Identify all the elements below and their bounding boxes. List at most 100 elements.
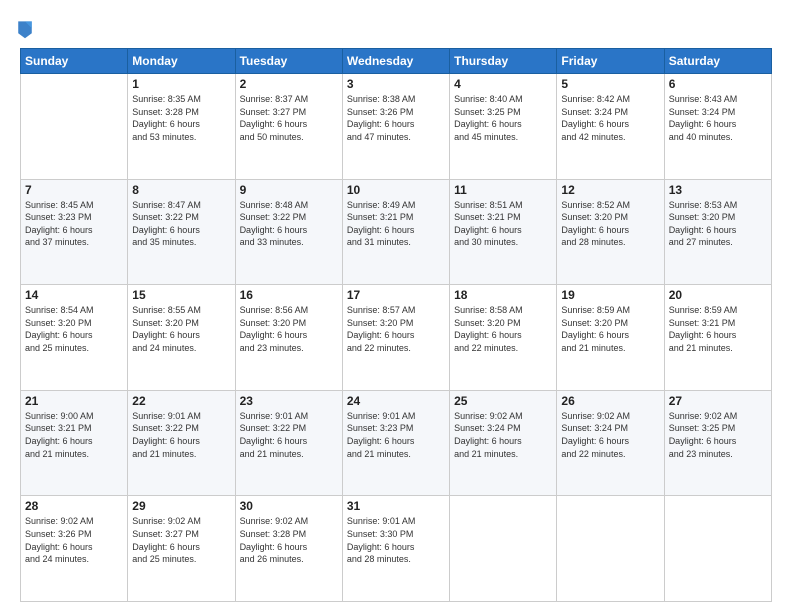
calendar-cell: 26 Sunrise: 9:02 AM Sunset: 3:24 PM Dayli… <box>557 390 664 496</box>
day-info: Sunrise: 9:02 AM Sunset: 3:25 PM Dayligh… <box>669 410 767 460</box>
day-info: Sunrise: 8:49 AM Sunset: 3:21 PM Dayligh… <box>347 199 445 249</box>
calendar-cell: 9 Sunrise: 8:48 AM Sunset: 3:22 PM Daylig… <box>235 179 342 285</box>
day-number: 1 <box>132 77 230 91</box>
day-number: 16 <box>240 288 338 302</box>
day-info: Sunrise: 8:55 AM Sunset: 3:20 PM Dayligh… <box>132 304 230 354</box>
calendar-cell <box>450 496 557 602</box>
day-number: 2 <box>240 77 338 91</box>
day-info: Sunrise: 8:45 AM Sunset: 3:23 PM Dayligh… <box>25 199 123 249</box>
day-info: Sunrise: 9:02 AM Sunset: 3:24 PM Dayligh… <box>454 410 552 460</box>
day-info: Sunrise: 8:57 AM Sunset: 3:20 PM Dayligh… <box>347 304 445 354</box>
calendar-cell: 29Sunrise: 9:02 AM Sunset: 3:27 PM Dayli… <box>128 496 235 602</box>
week-row-4: 21 Sunrise: 9:00 AM Sunset: 3:21 PM Dayli… <box>21 390 772 496</box>
day-info: Sunrise: 8:35 AM Sunset: 3:28 PM Dayligh… <box>132 93 230 143</box>
day-info: Sunrise: 8:43 AM Sunset: 3:24 PM Dayligh… <box>669 93 767 143</box>
weekday-thursday: Thursday <box>450 49 557 74</box>
day-info: Sunrise: 8:53 AM Sunset: 3:20 PM Dayligh… <box>669 199 767 249</box>
day-number: 3 <box>347 77 445 91</box>
weekday-saturday: Saturday <box>664 49 771 74</box>
calendar-cell: 31 Sunrise: 9:01 AM Sunset: 3:30 PM Dayli… <box>342 496 449 602</box>
day-info: Sunrise: 8:54 AM Sunset: 3:20 PM Dayligh… <box>25 304 123 354</box>
weekday-sunday: Sunday <box>21 49 128 74</box>
calendar-cell: 27 Sunrise: 9:02 AM Sunset: 3:25 PM Dayli… <box>664 390 771 496</box>
weekday-friday: Friday <box>557 49 664 74</box>
calendar-cell: 18 Sunrise: 8:58 AM Sunset: 3:20 PM Dayli… <box>450 285 557 391</box>
weekday-monday: Monday <box>128 49 235 74</box>
day-info: Sunrise: 8:51 AM Sunset: 3:21 PM Dayligh… <box>454 199 552 249</box>
day-number: 27 <box>669 394 767 408</box>
calendar-cell: 14Sunrise: 8:54 AM Sunset: 3:20 PM Dayli… <box>21 285 128 391</box>
logo-icon <box>16 18 34 40</box>
calendar-cell: 5 Sunrise: 8:42 AM Sunset: 3:24 PM Daylig… <box>557 74 664 180</box>
week-row-1: 1 Sunrise: 8:35 AM Sunset: 3:28 PM Daylig… <box>21 74 772 180</box>
calendar-cell: 13 Sunrise: 8:53 AM Sunset: 3:20 PM Dayli… <box>664 179 771 285</box>
day-number: 10 <box>347 183 445 197</box>
header <box>20 18 772 40</box>
calendar-cell: 24 Sunrise: 9:01 AM Sunset: 3:23 PM Dayli… <box>342 390 449 496</box>
day-number: 15 <box>132 288 230 302</box>
day-number: 4 <box>454 77 552 91</box>
day-number: 22 <box>132 394 230 408</box>
day-info: Sunrise: 9:00 AM Sunset: 3:21 PM Dayligh… <box>25 410 123 460</box>
calendar-cell: 30 Sunrise: 9:02 AM Sunset: 3:28 PM Dayli… <box>235 496 342 602</box>
day-number: 30 <box>240 499 338 513</box>
day-number: 24 <box>347 394 445 408</box>
day-number: 9 <box>240 183 338 197</box>
day-number: 5 <box>561 77 659 91</box>
day-number: 29 <box>132 499 230 513</box>
day-info: Sunrise: 8:47 AM Sunset: 3:22 PM Dayligh… <box>132 199 230 249</box>
day-info: Sunrise: 8:42 AM Sunset: 3:24 PM Dayligh… <box>561 93 659 143</box>
calendar-cell: 8Sunrise: 8:47 AM Sunset: 3:22 PM Daylig… <box>128 179 235 285</box>
weekday-wednesday: Wednesday <box>342 49 449 74</box>
week-row-3: 14Sunrise: 8:54 AM Sunset: 3:20 PM Dayli… <box>21 285 772 391</box>
calendar-cell: 3 Sunrise: 8:38 AM Sunset: 3:26 PM Daylig… <box>342 74 449 180</box>
day-info: Sunrise: 9:01 AM Sunset: 3:23 PM Dayligh… <box>347 410 445 460</box>
calendar-cell: 21 Sunrise: 9:00 AM Sunset: 3:21 PM Dayli… <box>21 390 128 496</box>
day-number: 11 <box>454 183 552 197</box>
day-number: 25 <box>454 394 552 408</box>
calendar-cell: 15 Sunrise: 8:55 AM Sunset: 3:20 PM Dayli… <box>128 285 235 391</box>
day-number: 26 <box>561 394 659 408</box>
calendar-cell: 7 Sunrise: 8:45 AM Sunset: 3:23 PM Daylig… <box>21 179 128 285</box>
day-info: Sunrise: 8:52 AM Sunset: 3:20 PM Dayligh… <box>561 199 659 249</box>
week-row-2: 7 Sunrise: 8:45 AM Sunset: 3:23 PM Daylig… <box>21 179 772 285</box>
day-info: Sunrise: 8:59 AM Sunset: 3:21 PM Dayligh… <box>669 304 767 354</box>
day-info: Sunrise: 9:02 AM Sunset: 3:26 PM Dayligh… <box>25 515 123 565</box>
calendar-cell: 22Sunrise: 9:01 AM Sunset: 3:22 PM Dayli… <box>128 390 235 496</box>
day-number: 21 <box>25 394 123 408</box>
week-row-5: 28 Sunrise: 9:02 AM Sunset: 3:26 PM Dayli… <box>21 496 772 602</box>
calendar-cell: 12Sunrise: 8:52 AM Sunset: 3:20 PM Dayli… <box>557 179 664 285</box>
day-info: Sunrise: 9:01 AM Sunset: 3:22 PM Dayligh… <box>240 410 338 460</box>
day-info: Sunrise: 8:38 AM Sunset: 3:26 PM Dayligh… <box>347 93 445 143</box>
day-number: 18 <box>454 288 552 302</box>
day-info: Sunrise: 9:01 AM Sunset: 3:30 PM Dayligh… <box>347 515 445 565</box>
weekday-tuesday: Tuesday <box>235 49 342 74</box>
day-info: Sunrise: 9:02 AM Sunset: 3:28 PM Dayligh… <box>240 515 338 565</box>
day-number: 31 <box>347 499 445 513</box>
calendar-table: SundayMondayTuesdayWednesdayThursdayFrid… <box>20 48 772 602</box>
day-info: Sunrise: 9:02 AM Sunset: 3:24 PM Dayligh… <box>561 410 659 460</box>
calendar-cell: 2 Sunrise: 8:37 AM Sunset: 3:27 PM Daylig… <box>235 74 342 180</box>
calendar-cell: 17 Sunrise: 8:57 AM Sunset: 3:20 PM Dayli… <box>342 285 449 391</box>
calendar-cell <box>557 496 664 602</box>
calendar-cell: 6 Sunrise: 8:43 AM Sunset: 3:24 PM Daylig… <box>664 74 771 180</box>
calendar-cell: 25 Sunrise: 9:02 AM Sunset: 3:24 PM Dayli… <box>450 390 557 496</box>
calendar-cell <box>21 74 128 180</box>
day-info: Sunrise: 8:56 AM Sunset: 3:20 PM Dayligh… <box>240 304 338 354</box>
day-info: Sunrise: 8:59 AM Sunset: 3:20 PM Dayligh… <box>561 304 659 354</box>
day-info: Sunrise: 8:37 AM Sunset: 3:27 PM Dayligh… <box>240 93 338 143</box>
logo <box>20 18 38 40</box>
day-number: 13 <box>669 183 767 197</box>
day-info: Sunrise: 8:58 AM Sunset: 3:20 PM Dayligh… <box>454 304 552 354</box>
day-number: 17 <box>347 288 445 302</box>
day-number: 28 <box>25 499 123 513</box>
calendar-cell: 16 Sunrise: 8:56 AM Sunset: 3:20 PM Dayli… <box>235 285 342 391</box>
weekday-header-row: SundayMondayTuesdayWednesdayThursdayFrid… <box>21 49 772 74</box>
day-number: 7 <box>25 183 123 197</box>
calendar-cell: 23Sunrise: 9:01 AM Sunset: 3:22 PM Dayli… <box>235 390 342 496</box>
calendar-cell: 11 Sunrise: 8:51 AM Sunset: 3:21 PM Dayli… <box>450 179 557 285</box>
day-info: Sunrise: 8:48 AM Sunset: 3:22 PM Dayligh… <box>240 199 338 249</box>
calendar-cell: 28 Sunrise: 9:02 AM Sunset: 3:26 PM Dayli… <box>21 496 128 602</box>
day-number: 19 <box>561 288 659 302</box>
day-number: 6 <box>669 77 767 91</box>
